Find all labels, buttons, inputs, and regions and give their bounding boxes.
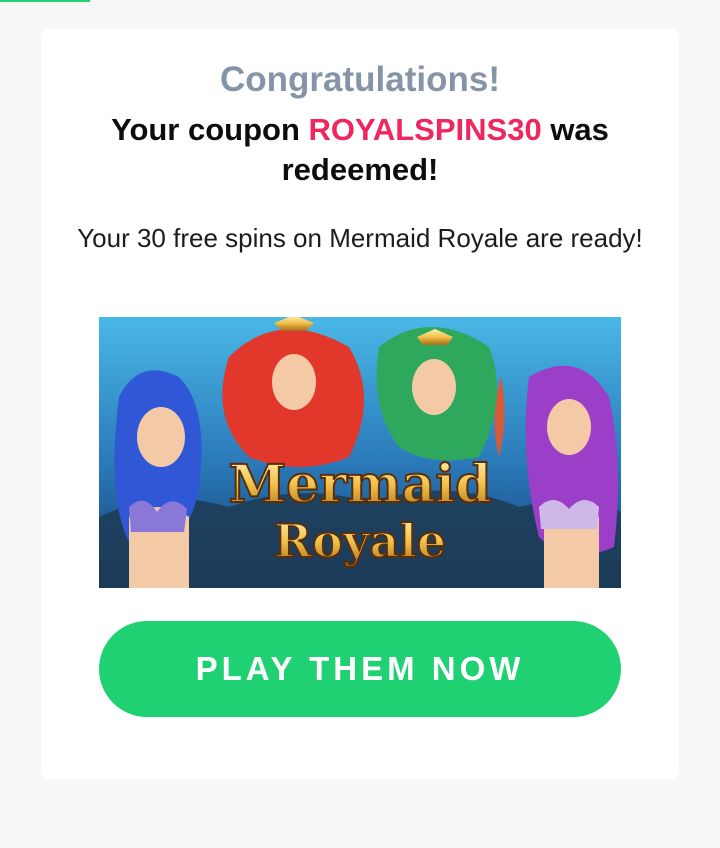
congrats-title: Congratulations! xyxy=(220,60,500,99)
logo-line-2: Royale xyxy=(274,514,446,568)
mermaid-green xyxy=(376,327,497,461)
top-accent-bar xyxy=(0,0,90,2)
game-banner-image[interactable]: Mermaid Royale xyxy=(99,317,621,588)
headline-prefix: Your coupon xyxy=(111,112,309,147)
free-spins-message: Your 30 free spins on Mermaid Royale are… xyxy=(77,223,643,253)
coupon-headline: Your coupon ROYALSPINS30 was redeemed! xyxy=(60,110,660,190)
game-banner-art: Mermaid Royale xyxy=(99,317,621,588)
coupon-code: ROYALSPINS30 xyxy=(308,112,542,147)
play-now-button[interactable]: PLAY THEM NOW xyxy=(99,621,621,717)
logo-line-1: Mermaid xyxy=(229,454,492,515)
